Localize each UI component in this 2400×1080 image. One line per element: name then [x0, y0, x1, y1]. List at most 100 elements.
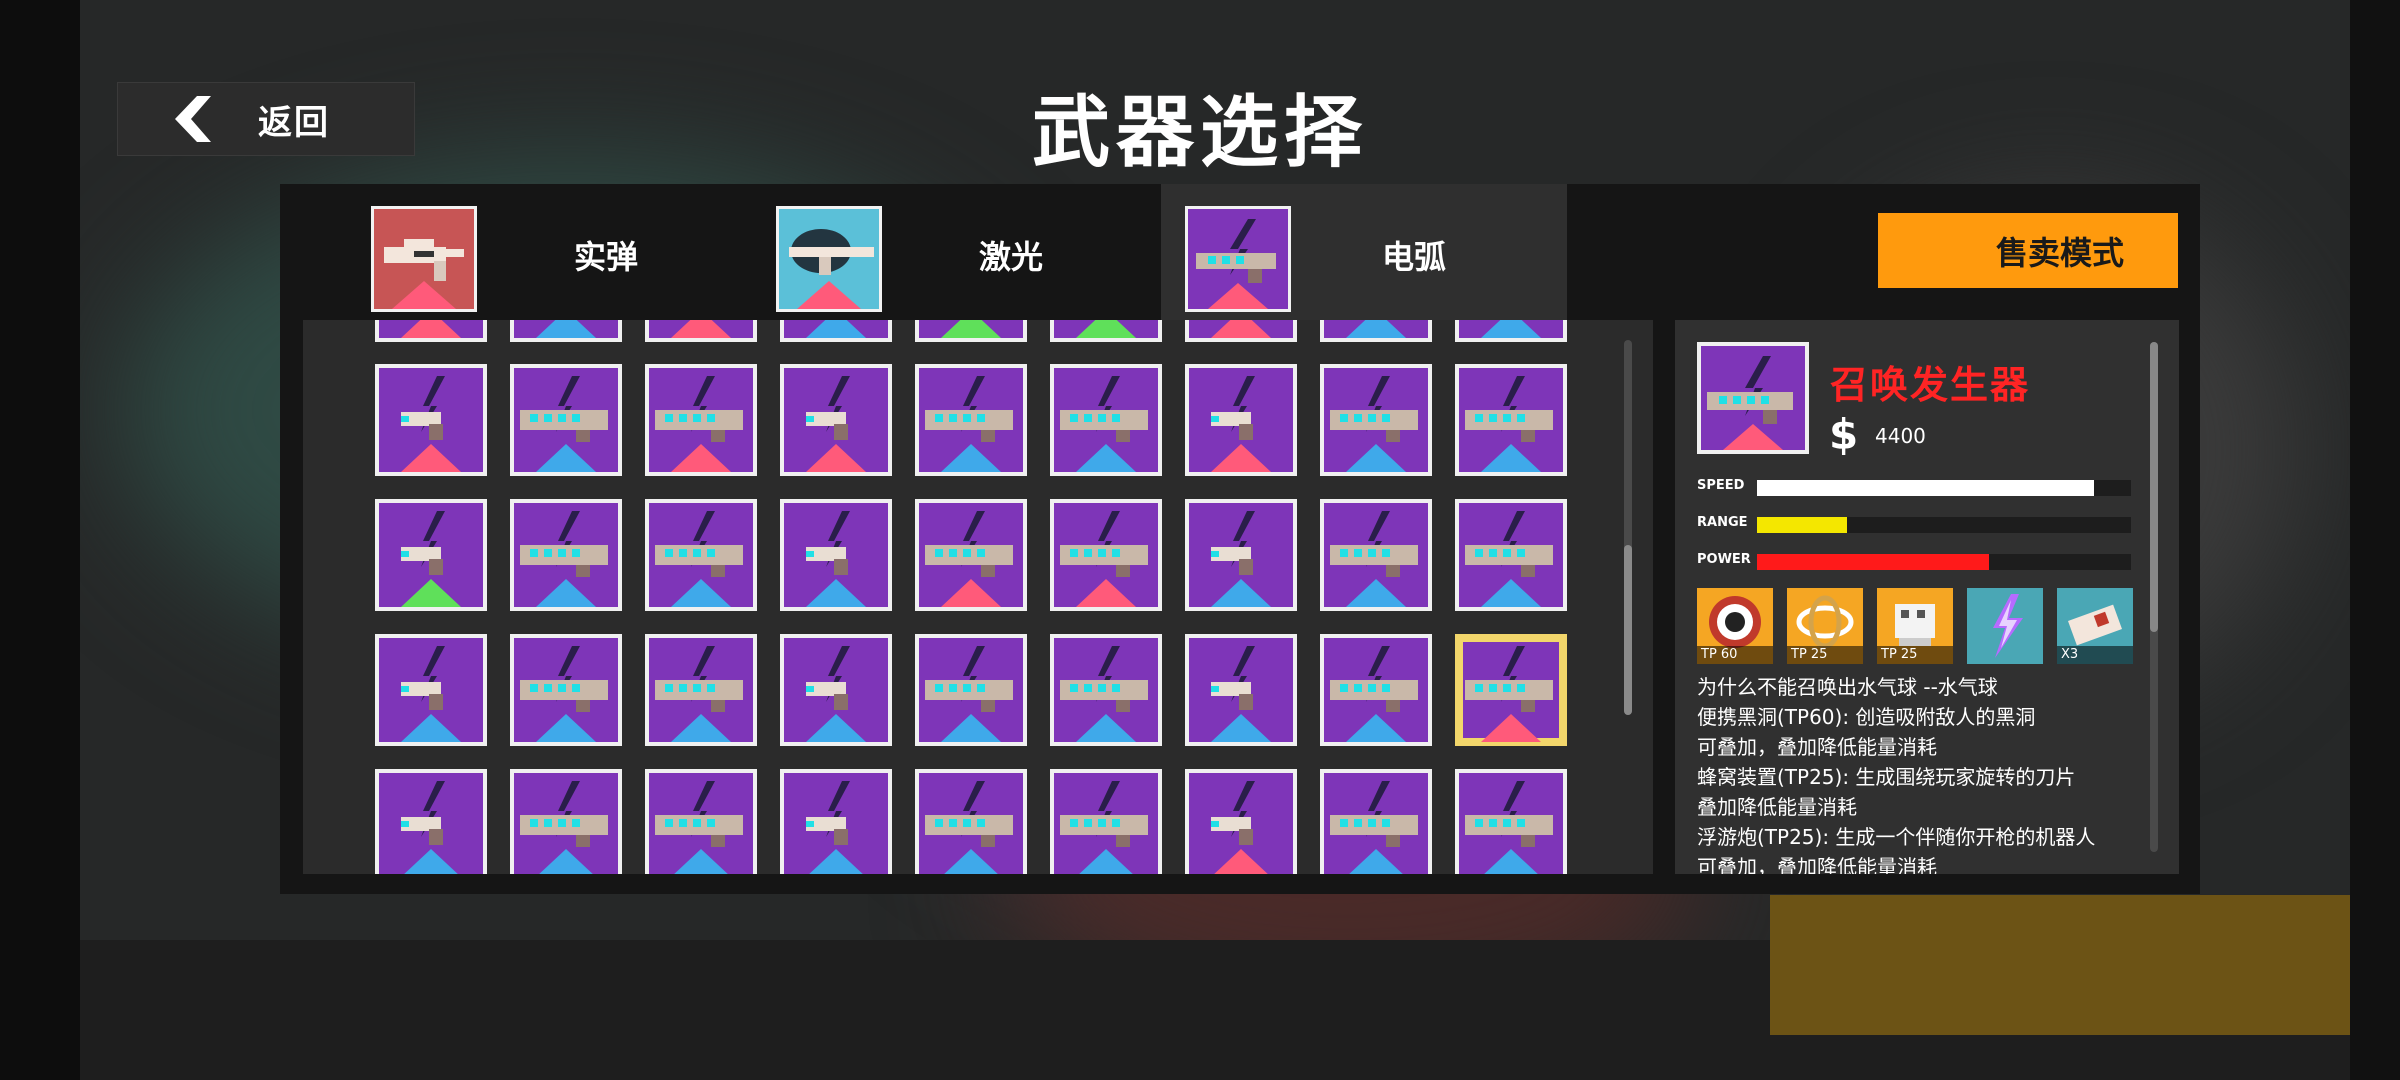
weapon-slot[interactable]: [510, 499, 622, 611]
weapon-slot[interactable]: [1320, 364, 1432, 476]
tab-label: 电弧: [1382, 238, 1447, 276]
weapon-slot[interactable]: [1185, 769, 1297, 874]
black-hole-module-icon[interactable]: TP 60: [1697, 588, 1773, 664]
weapon-slot[interactable]: [1185, 364, 1297, 476]
weapon-slot[interactable]: [1320, 499, 1432, 611]
weapon-icon: [1465, 376, 1553, 472]
stat-fill: [1757, 517, 1847, 533]
weapon-icon: [806, 646, 866, 742]
stat-label: RANGE: [1697, 515, 1748, 530]
weapon-slot[interactable]: [780, 364, 892, 476]
bullet-module-icon[interactable]: X3: [2057, 588, 2133, 664]
tab-arc[interactable]: 电弧: [1161, 184, 1567, 320]
weapon-slot[interactable]: [375, 769, 487, 874]
weapon-icon: [806, 781, 863, 874]
weapon-slot[interactable]: [1320, 320, 1432, 342]
stat-bar-range: [1757, 517, 2131, 533]
tab-laser[interactable]: 激光: [685, 184, 1090, 320]
lightning-module-icon[interactable]: [1967, 588, 2043, 664]
weapon-icon: [1330, 376, 1418, 472]
weapon-slot[interactable]: [915, 499, 1027, 611]
weapon-slot[interactable]: [1050, 769, 1162, 874]
weapon-slot[interactable]: [645, 634, 757, 746]
weapon-slot[interactable]: [1320, 769, 1432, 874]
weapon-icon: [1465, 781, 1553, 874]
weapon-slot[interactable]: [915, 634, 1027, 746]
weapon-icon: [941, 320, 1001, 338]
weapon-icon: [671, 320, 731, 338]
weapon-icon: [925, 376, 1013, 472]
weapon-slot[interactable]: [645, 769, 757, 874]
weapon-slot[interactable]: [915, 364, 1027, 476]
stat-fill: [1757, 554, 1989, 570]
tab-label: 实弹: [574, 238, 639, 276]
sell-mode-button[interactable]: 售卖模式: [1878, 213, 2178, 288]
weapon-icon: [1211, 376, 1271, 472]
weapon-icon: [536, 320, 596, 338]
page-title: 武器选择: [1031, 88, 1368, 178]
description-line: 可叠加，叠加降低能量消耗: [1697, 855, 1937, 874]
weapon-icon: [1330, 646, 1418, 742]
weapon-icon: [401, 320, 461, 338]
weapon-slot[interactable]: [1050, 634, 1162, 746]
weapon-icon: [655, 646, 743, 742]
selected-weapon-icon: [1697, 342, 1809, 454]
weapon-icon: [1211, 781, 1268, 874]
weapon-icon: [401, 511, 461, 607]
weapon-slot[interactable]: [1320, 634, 1432, 746]
weapon-icon: [1346, 320, 1406, 338]
weapon-grid: [303, 320, 1653, 874]
weapon-icon: [1060, 511, 1148, 607]
tab-ballistic[interactable]: 实弹: [280, 184, 685, 320]
weapon-slot[interactable]: [780, 769, 892, 874]
weapon-slot[interactable]: [915, 320, 1027, 342]
mod-tp-label: X3: [2057, 646, 2133, 664]
weapon-icon: [1076, 320, 1136, 338]
stat-label: POWER: [1697, 552, 1751, 567]
weapon-slot[interactable]: [780, 499, 892, 611]
weapon-slot[interactable]: [375, 499, 487, 611]
weapon-slot[interactable]: [1185, 320, 1297, 342]
weapon-description: 为什么不能召唤出水气球 --水气球 便携黑洞(TP60): 创造吸附敌人的黑洞 可叠…: [1697, 672, 2137, 874]
weapon-slot[interactable]: [780, 320, 892, 342]
weapon-slot[interactable]: [1050, 364, 1162, 476]
weapon-slot[interactable]: [510, 320, 622, 342]
weapon-icon: [655, 511, 743, 607]
weapon-icon: [520, 511, 608, 607]
weapon-icon: [1211, 511, 1271, 607]
weapon-icon: [520, 376, 608, 472]
weapon-slot-selected[interactable]: [1455, 634, 1567, 746]
laser-weapon-icon: [776, 206, 882, 312]
weapon-slot[interactable]: [510, 364, 622, 476]
weapon-slot[interactable]: [645, 320, 757, 342]
weapon-slot[interactable]: [645, 499, 757, 611]
weapon-slot[interactable]: [1455, 320, 1567, 342]
weapon-slot[interactable]: [510, 769, 622, 874]
weapon-slot[interactable]: [375, 364, 487, 476]
detail-scrollbar-thumb[interactable]: [2150, 342, 2158, 632]
grid-scrollbar-thumb[interactable]: [1624, 545, 1632, 715]
mod-tp-label: TP 60: [1697, 646, 1773, 664]
weapon-slot[interactable]: [1050, 320, 1162, 342]
weapon-slot[interactable]: [915, 769, 1027, 874]
mod-tp-label: TP 25: [1877, 646, 1953, 664]
weapon-slot[interactable]: [510, 634, 622, 746]
weapon-icon: [1060, 376, 1148, 472]
weapon-slot[interactable]: [780, 634, 892, 746]
hive-device-module-icon[interactable]: TP 25: [1787, 588, 1863, 664]
weapon-slot[interactable]: [375, 320, 487, 342]
weapon-slot[interactable]: [375, 634, 487, 746]
weapon-slot[interactable]: [1455, 364, 1567, 476]
weapon-slot[interactable]: [1185, 634, 1297, 746]
weapon-icon: [1465, 646, 1553, 742]
floating-cannon-module-icon[interactable]: TP 25: [1877, 588, 1953, 664]
weapon-icon: [401, 646, 461, 742]
arc-weapon-icon: [1185, 206, 1291, 312]
weapon-detail-panel: 召唤发生器 $ 4400 SPEED RANGE POWER TP 60 TP 25 T…: [1675, 320, 2179, 874]
weapon-slot[interactable]: [1050, 499, 1162, 611]
weapon-slot[interactable]: [1455, 499, 1567, 611]
weapon-slot[interactable]: [645, 364, 757, 476]
weapon-slot[interactable]: [1455, 769, 1567, 874]
description-line: 蜂窝装置(TP25): 生成围绕玩家旋转的刀片: [1697, 765, 2076, 789]
weapon-slot[interactable]: [1185, 499, 1297, 611]
